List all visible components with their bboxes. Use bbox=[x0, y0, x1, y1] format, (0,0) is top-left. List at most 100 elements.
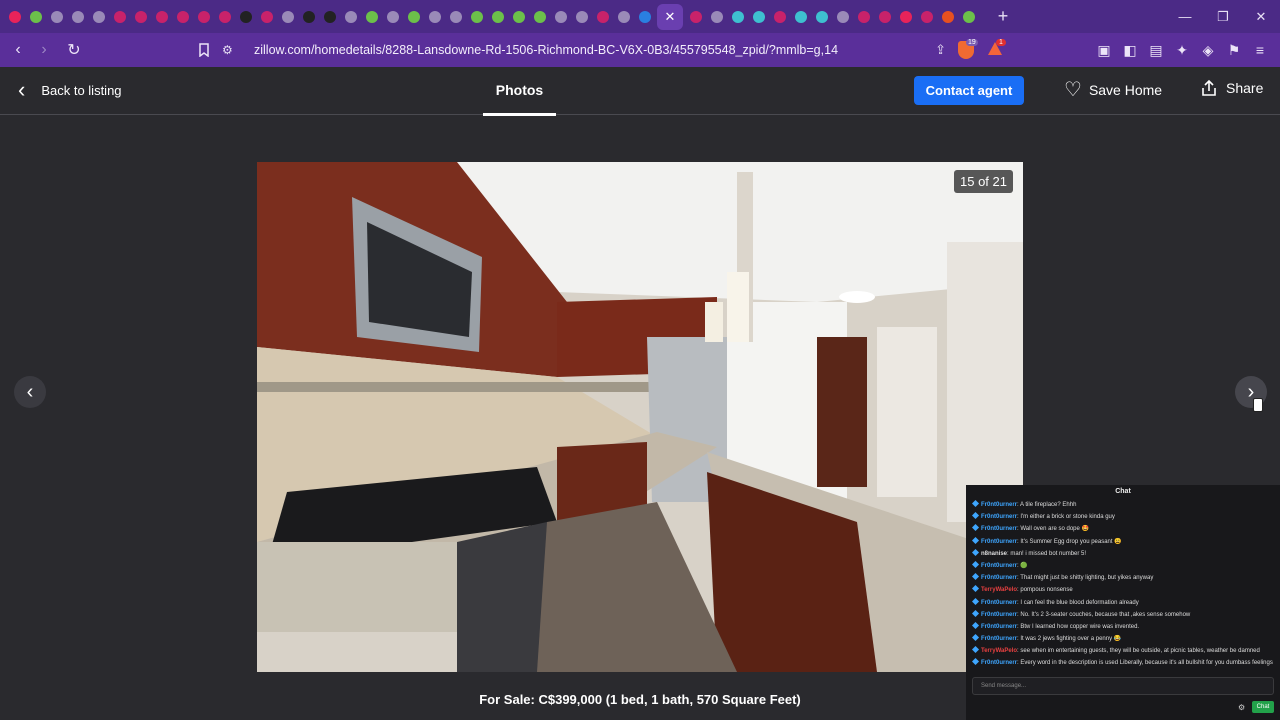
browser-tab[interactable] bbox=[88, 4, 109, 30]
menu-icon[interactable]: ≡ bbox=[1250, 38, 1270, 62]
chat-username[interactable]: Fr0nt0urnerr bbox=[981, 600, 1017, 606]
browser-tab[interactable] bbox=[361, 4, 382, 30]
browser-tab[interactable] bbox=[916, 4, 937, 30]
tab-favicon-icon bbox=[155, 10, 168, 23]
browser-tab[interactable] bbox=[706, 4, 727, 30]
chat-message-input[interactable]: Send message... bbox=[972, 677, 1274, 695]
new-tab-icon[interactable]: + bbox=[993, 6, 1013, 27]
forward-icon[interactable]: › bbox=[32, 38, 56, 62]
chat-text: 🟢 bbox=[1020, 562, 1028, 569]
browser-tab[interactable] bbox=[172, 4, 193, 30]
browser-tab[interactable] bbox=[748, 4, 769, 30]
browser-tab[interactable] bbox=[256, 4, 277, 30]
sidebar-icon[interactable]: ◧ bbox=[1120, 38, 1140, 62]
bookmark-icon[interactable] bbox=[192, 38, 216, 62]
leo-ai-icon[interactable]: ✦ bbox=[1172, 38, 1192, 62]
browser-tab[interactable] bbox=[550, 4, 571, 30]
restore-icon[interactable]: ❐ bbox=[1204, 0, 1242, 33]
badge-icon bbox=[972, 548, 980, 556]
chat-username[interactable]: Fr0nt0urnerr bbox=[981, 612, 1017, 618]
minimize-icon[interactable]: — bbox=[1166, 0, 1204, 33]
chat-username[interactable]: Fr0nt0urnerr bbox=[981, 502, 1017, 508]
browser-tab[interactable] bbox=[958, 4, 979, 30]
close-tab-icon[interactable]: ✕ bbox=[665, 9, 676, 25]
browser-tab[interactable] bbox=[727, 4, 748, 30]
chat-username[interactable]: TerryWaPelo bbox=[981, 648, 1017, 654]
browser-tab[interactable] bbox=[151, 4, 172, 30]
chat-username[interactable]: n8nanise bbox=[981, 551, 1007, 557]
browser-tab[interactable] bbox=[592, 4, 613, 30]
browser-tab[interactable] bbox=[214, 4, 235, 30]
browser-tab[interactable] bbox=[571, 4, 592, 30]
browser-tab[interactable] bbox=[46, 4, 67, 30]
url-text: zillow.com/homedetails/8288-Lansdowne-Rd… bbox=[254, 43, 839, 57]
chat-settings-icon[interactable]: ⚙ bbox=[1238, 703, 1245, 712]
browser-tab[interactable] bbox=[193, 4, 214, 30]
browser-tab[interactable] bbox=[811, 4, 832, 30]
browser-tab[interactable] bbox=[529, 4, 550, 30]
vpn-icon[interactable]: ◈ bbox=[1198, 38, 1218, 62]
browser-tab[interactable] bbox=[790, 4, 811, 30]
photo-viewer-header: ‹ Back to listing Photos Contact agent ♡… bbox=[0, 67, 1280, 116]
browser-tab[interactable] bbox=[937, 4, 958, 30]
browser-tab[interactable] bbox=[277, 4, 298, 30]
browser-tab[interactable] bbox=[634, 4, 655, 30]
tab-favicon-icon bbox=[617, 10, 630, 23]
share-page-icon[interactable]: ⇪ bbox=[935, 42, 946, 58]
back-to-listing-link[interactable]: ‹ Back to listing bbox=[18, 79, 122, 101]
tab-favicon-icon bbox=[8, 10, 21, 23]
browser-tab[interactable] bbox=[130, 4, 151, 30]
chat-username[interactable]: Fr0nt0urnerr bbox=[981, 526, 1017, 532]
tab-favicon-icon bbox=[836, 10, 849, 23]
back-icon[interactable]: ‹ bbox=[6, 38, 30, 62]
browser-tab[interactable] bbox=[424, 4, 445, 30]
chat-username[interactable]: Fr0nt0urnerr bbox=[981, 575, 1017, 581]
browser-tab[interactable] bbox=[298, 4, 319, 30]
chat-username[interactable]: Fr0nt0urnerr bbox=[981, 624, 1017, 630]
browser-tab[interactable] bbox=[4, 4, 25, 30]
chat-send-button[interactable]: Chat bbox=[1252, 701, 1274, 713]
close-window-icon[interactable]: ✕ bbox=[1242, 0, 1280, 33]
browser-tab[interactable] bbox=[613, 4, 634, 30]
chat-username[interactable]: Fr0nt0urnerr bbox=[981, 660, 1017, 666]
chat-title: Chat bbox=[1115, 488, 1131, 495]
screenshot-icon[interactable]: ▣ bbox=[1094, 38, 1114, 62]
tab-favicon-icon bbox=[365, 10, 378, 23]
share-button[interactable]: Share bbox=[1200, 79, 1263, 97]
browser-tab[interactable] bbox=[853, 4, 874, 30]
tab-favicon-icon bbox=[899, 10, 912, 23]
browser-tab[interactable] bbox=[832, 4, 853, 30]
chat-username[interactable]: Fr0nt0urnerr bbox=[981, 539, 1017, 545]
browser-tab[interactable] bbox=[67, 4, 88, 30]
browser-tab[interactable] bbox=[340, 4, 361, 30]
browser-tab[interactable] bbox=[25, 4, 46, 30]
flag-icon[interactable]: ⚑ bbox=[1224, 38, 1244, 62]
browser-tab[interactable] bbox=[769, 4, 790, 30]
reload-icon[interactable]: ↻ bbox=[62, 38, 86, 62]
browser-tab[interactable] bbox=[235, 4, 256, 30]
site-info-icon[interactable]: ⚙ bbox=[222, 43, 242, 57]
browser-tab[interactable] bbox=[874, 4, 895, 30]
browser-tab[interactable] bbox=[466, 4, 487, 30]
browser-tab[interactable] bbox=[487, 4, 508, 30]
address-bar[interactable]: ⚙ zillow.com/homedetails/8288-Lansdowne-… bbox=[222, 36, 950, 64]
browser-tab[interactable] bbox=[895, 4, 916, 30]
contact-agent-button[interactable]: Contact agent bbox=[914, 76, 1024, 105]
browser-tab[interactable] bbox=[382, 4, 403, 30]
browser-tab[interactable] bbox=[685, 4, 706, 30]
wallet-icon[interactable]: ▤ bbox=[1146, 38, 1166, 62]
previous-photo-button[interactable]: ‹ bbox=[14, 376, 46, 408]
chat-username[interactable]: Fr0nt0urnerr bbox=[981, 563, 1017, 569]
chat-username[interactable]: Fr0nt0urnerr bbox=[981, 514, 1017, 520]
tab-favicon-icon bbox=[29, 10, 42, 23]
active-tab[interactable]: ✕ bbox=[657, 3, 683, 30]
browser-tab[interactable] bbox=[445, 4, 466, 30]
browser-tab[interactable] bbox=[508, 4, 529, 30]
browser-tab[interactable] bbox=[319, 4, 340, 30]
browser-tab[interactable] bbox=[109, 4, 130, 30]
save-home-button[interactable]: ♡ Save Home bbox=[1064, 80, 1162, 100]
chat-username[interactable]: TerryWaPelo bbox=[981, 587, 1017, 593]
chat-username[interactable]: Fr0nt0urnerr bbox=[981, 636, 1017, 642]
browser-tab[interactable] bbox=[403, 4, 424, 30]
tab-photos[interactable]: Photos bbox=[483, 67, 556, 116]
